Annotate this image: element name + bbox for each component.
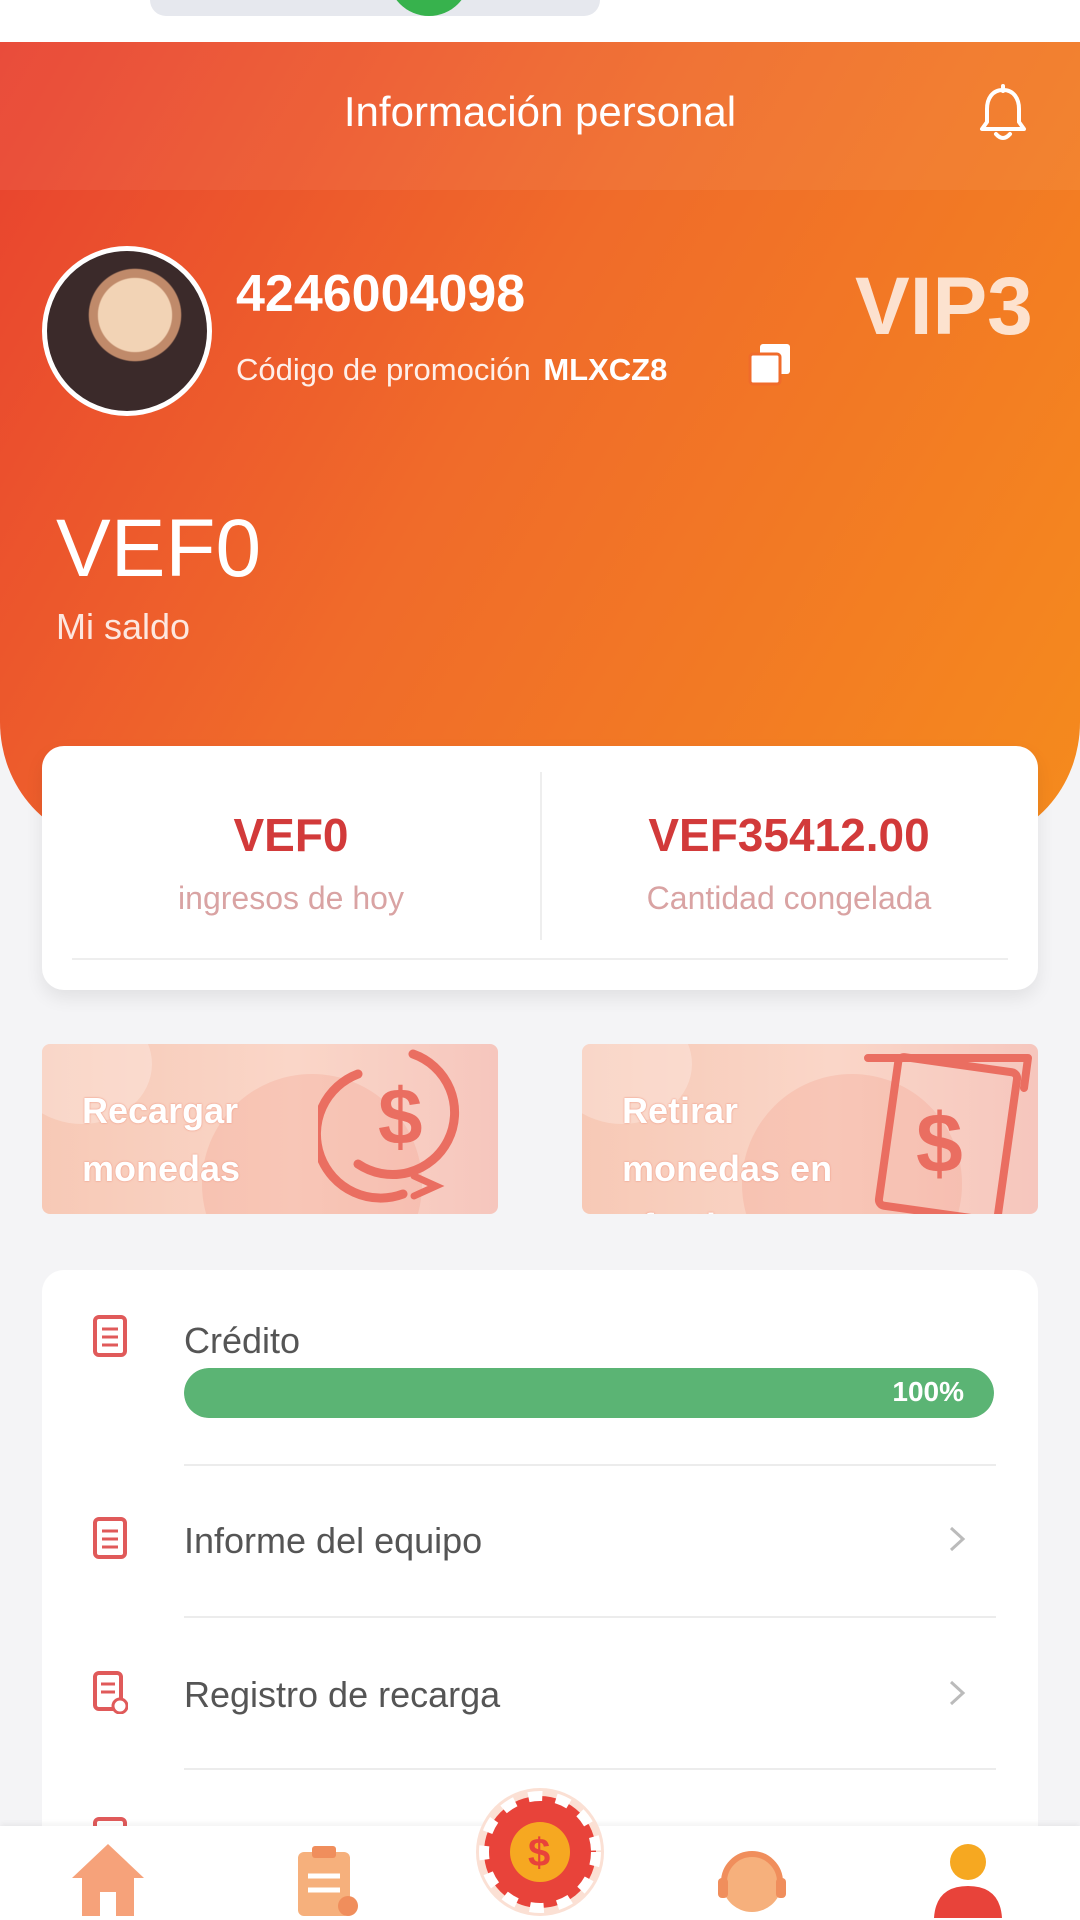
promo-label: Código de promoción xyxy=(236,352,531,387)
recharge-button[interactable]: $ Recargar monedas xyxy=(42,1044,498,1214)
chevron-right-icon xyxy=(949,1680,966,1706)
user-icon[interactable] xyxy=(928,1838,1008,1920)
promo-code: MLXCZ8 xyxy=(543,352,668,387)
chevron-right-icon xyxy=(949,1526,966,1552)
menu-separator xyxy=(184,1616,996,1618)
withdraw-button[interactable]: $ Retirar monedas en efectivo xyxy=(582,1044,1038,1214)
browser-top-bar xyxy=(0,0,1080,42)
credit-label: Crédito xyxy=(184,1320,301,1361)
recharge-label: Recargar monedas xyxy=(82,1090,241,1189)
dollar-bill-icon: $ xyxy=(864,1053,1032,1214)
receipt-icon xyxy=(93,1671,128,1714)
credit-progress-bar: 100% xyxy=(184,1368,994,1418)
svg-text:$: $ xyxy=(916,1096,963,1190)
promo-code-row: Código de promoción MLXCZ8 xyxy=(236,352,667,388)
home-icon[interactable] xyxy=(68,1838,148,1920)
vip-badge: VIP3 xyxy=(855,261,1033,352)
svg-text:$: $ xyxy=(378,1072,423,1161)
user-id: 4246004098 xyxy=(236,265,526,323)
svg-text:$: $ xyxy=(528,1831,550,1875)
clipboard-icon[interactable] xyxy=(286,1838,366,1920)
profile-header: Información personal 4246004098 Código d… xyxy=(0,42,1080,842)
document-icon xyxy=(93,1517,127,1559)
bell-icon[interactable] xyxy=(976,84,1030,144)
menu-item-label: Registro de recarga xyxy=(184,1674,501,1715)
frozen-amount-value: VEF35412.00 xyxy=(648,809,930,861)
credit-progress-text: 100% xyxy=(892,1376,964,1407)
page-title: Información personal xyxy=(343,88,737,135)
menu-separator xyxy=(184,1768,996,1770)
balance-label: Mi saldo xyxy=(56,606,191,647)
dollar-refresh-icon: $ xyxy=(318,1049,460,1203)
balance-amount: VEF0 xyxy=(56,503,262,594)
credit-progress-fill xyxy=(184,1368,994,1418)
menu-separator xyxy=(184,1464,996,1466)
coin-wheel-icon[interactable]: $ xyxy=(470,1782,610,1920)
withdraw-label: Retirar monedas en efectivo xyxy=(622,1090,833,1214)
stats-card: VEF0 ingresos de hoy VEF35412.00 Cantida… xyxy=(42,746,1038,990)
avatar[interactable] xyxy=(42,246,212,416)
address-pill xyxy=(150,0,600,16)
copy-icon[interactable] xyxy=(748,342,792,386)
menu-item-label: Informe del equipo xyxy=(184,1520,483,1561)
frozen-amount-label: Cantidad congelada xyxy=(646,880,932,916)
today-income-value: VEF0 xyxy=(233,809,349,861)
today-income-label: ingresos de hoy xyxy=(178,880,404,916)
stats-bottom-line xyxy=(72,958,1008,960)
document-icon xyxy=(93,1315,127,1357)
profile-page: Información personal 4246004098 Código d… xyxy=(0,0,1080,1920)
headset-icon[interactable] xyxy=(712,1838,792,1920)
